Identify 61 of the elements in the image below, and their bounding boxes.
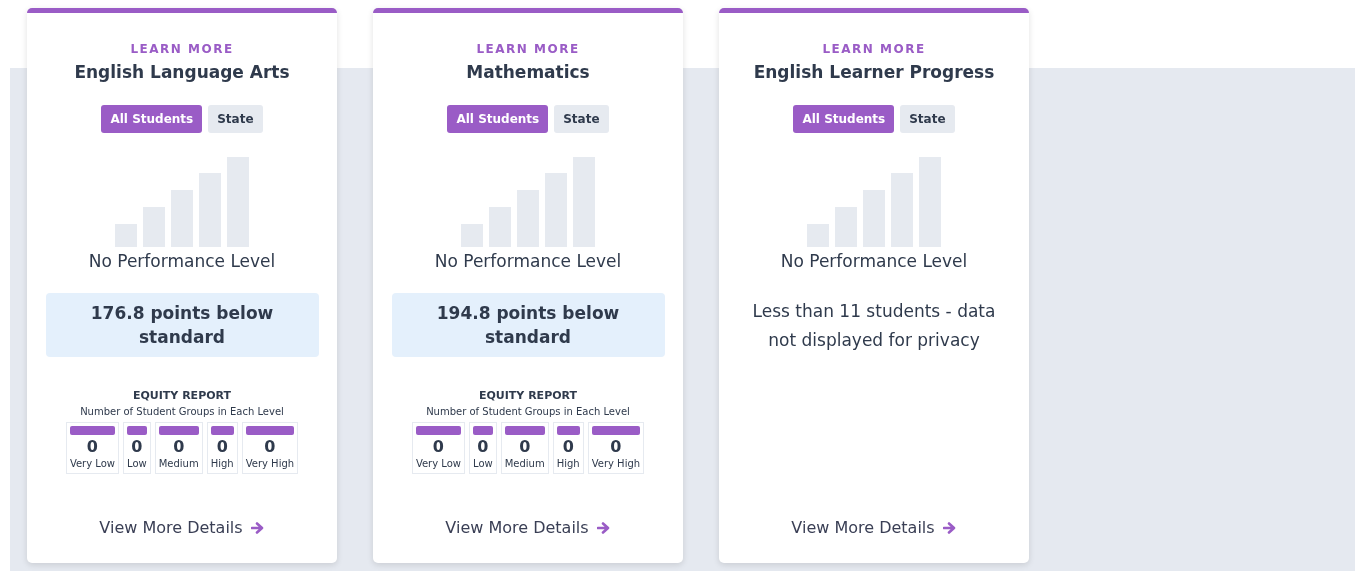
filter-button[interactable]: State (900, 105, 955, 133)
bar-chart-icon (807, 157, 941, 247)
level-label: High (556, 458, 580, 469)
level-count: 0 (610, 437, 622, 456)
status-box: 194.8 points below standard (391, 293, 665, 357)
card-title: English Language Arts (74, 62, 290, 82)
level-bar (127, 426, 147, 435)
filter-button[interactable]: State (208, 105, 263, 133)
level-count: 0 (216, 437, 228, 456)
performance-level: No Performance Level (780, 251, 968, 271)
card-title: Mathematics (466, 62, 590, 82)
level-bar (158, 426, 199, 435)
performance-level: No Performance Level (88, 251, 276, 271)
details-link[interactable]: View More Details (791, 518, 957, 537)
learn-more-link[interactable]: LEARN MORE (476, 42, 580, 56)
level-label: Medium (504, 458, 545, 469)
bar-chart-icon (461, 157, 595, 247)
level-bar (556, 426, 580, 435)
filter-button[interactable]: State (554, 105, 609, 133)
performance-level: No Performance Level (434, 251, 622, 271)
filter-button[interactable]: All Students (793, 105, 895, 133)
level-bar (69, 426, 115, 435)
filter-button[interactable]: All Students (447, 105, 549, 133)
arrow-right-icon (596, 520, 611, 535)
level-count: 0 (432, 437, 444, 456)
level-label: Very High (245, 458, 295, 469)
level-label: Medium (158, 458, 199, 469)
level-bar (504, 426, 545, 435)
level-label: Very Low (69, 458, 115, 469)
level-label: Very Low (415, 458, 461, 469)
filter-button[interactable]: All Students (101, 105, 203, 133)
equity-title: EQUITY REPORT (478, 389, 578, 402)
level-count: 0 (131, 437, 143, 456)
level-label: Very High (591, 458, 641, 469)
level-count: 0 (519, 437, 531, 456)
level-bar (591, 426, 641, 435)
bar-chart-icon (115, 157, 249, 247)
learn-more-link[interactable]: LEARN MORE (822, 42, 926, 56)
status-box: 176.8 points below standard (45, 293, 319, 357)
level-label: Low (127, 458, 147, 469)
level-count: 0 (562, 437, 574, 456)
level-bar (210, 426, 234, 435)
arrow-right-icon (942, 520, 957, 535)
level-count: 0 (477, 437, 489, 456)
learn-more-link[interactable]: LEARN MORE (130, 42, 234, 56)
level-bar (245, 426, 295, 435)
level-label: Low (473, 458, 493, 469)
level-bar (415, 426, 461, 435)
level-bar (473, 426, 493, 435)
details-link[interactable]: View More Details (99, 518, 265, 537)
arrow-right-icon (250, 520, 265, 535)
level-count: 0 (264, 437, 276, 456)
level-count: 0 (173, 437, 185, 456)
card-title: English Learner Progress (753, 62, 995, 82)
equity-title: EQUITY REPORT (132, 389, 232, 402)
level-label: High (210, 458, 234, 469)
level-count: 0 (86, 437, 98, 456)
privacy-message: Less than 11 students - data not displayed for privacy (751, 300, 997, 352)
equity-subtitle: Number of Student Groups in Each Level (80, 406, 284, 417)
equity-subtitle: Number of Student Groups in Each Level (426, 406, 630, 417)
details-link[interactable]: View More Details (445, 518, 611, 537)
